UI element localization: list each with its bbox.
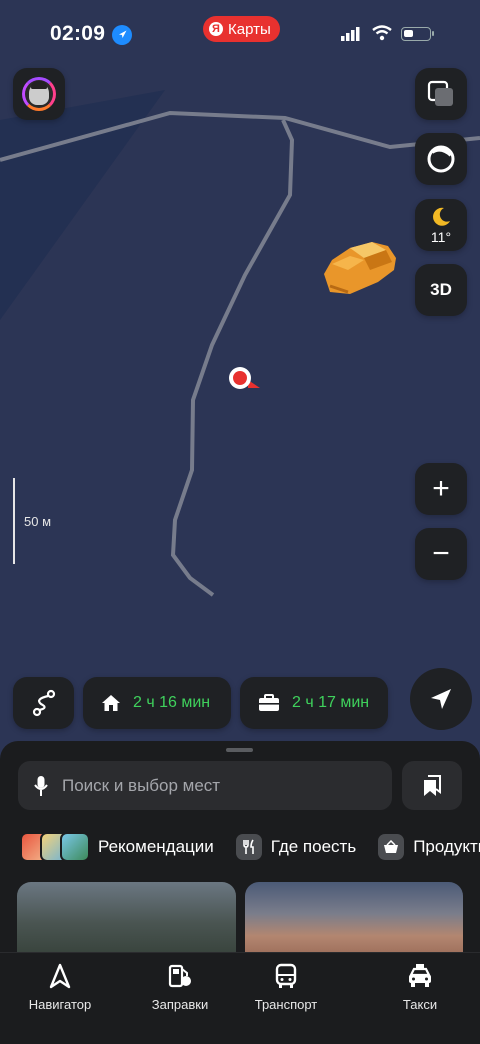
tab-label: Транспорт: [254, 997, 318, 1012]
bus-icon: [275, 963, 297, 988]
bottom-tab-bar: Навигатор Заправки Транспорт Такси: [0, 952, 480, 1044]
location-services-icon: [112, 25, 132, 45]
tab-label: Такси: [402, 997, 438, 1012]
zoom-in-button[interactable]: +: [415, 463, 467, 515]
zoom-out-button[interactable]: −: [415, 528, 467, 580]
weather-button[interactable]: 11°: [415, 199, 467, 251]
recommendation-card-sunset[interactable]: [245, 882, 463, 952]
tab-taxi[interactable]: Такси: [365, 963, 475, 1012]
recommendation-cards: [17, 882, 480, 952]
fork-knife-icon: [235, 834, 262, 860]
category-groceries[interactable]: Продукты: [378, 834, 480, 860]
category-recommendations[interactable]: Рекомендации: [20, 832, 214, 862]
layers-button[interactable]: [415, 68, 467, 120]
3d-toggle-button[interactable]: 3D: [415, 264, 467, 316]
bookmarks-button[interactable]: [402, 761, 462, 810]
home-icon: [102, 695, 120, 711]
category-label: Рекомендации: [98, 837, 214, 856]
search-placeholder: Поиск и выбор мест: [62, 775, 221, 795]
wifi-icon: [372, 25, 392, 41]
tab-transport[interactable]: Транспорт: [231, 963, 341, 1012]
work-route-time: 2 ч 17 мин: [292, 694, 370, 711]
category-where-to-eat[interactable]: Где поесть: [235, 834, 357, 860]
sheet-grabber[interactable]: [226, 748, 253, 752]
status-bar: 02:09 Я Карты: [0, 0, 480, 70]
recommendation-card-forest[interactable]: [17, 882, 236, 952]
home-route-time: 2 ч 16 мин: [133, 694, 211, 711]
moon-icon: [433, 207, 450, 226]
map-scale-label: 50 м: [24, 514, 52, 529]
my-location-button[interactable]: [410, 668, 472, 730]
compass-button[interactable]: [415, 133, 467, 185]
route-button[interactable]: [13, 677, 74, 729]
tab-fuel[interactable]: Заправки: [125, 963, 235, 1012]
tab-navigator[interactable]: Навигатор: [5, 963, 115, 1012]
category-label: Где поесть: [270, 837, 357, 856]
navigator-icon: [49, 963, 71, 989]
search-input[interactable]: Поиск и выбор мест: [18, 761, 392, 810]
app-return-label: Карты: [228, 20, 271, 38]
category-label: Продукты: [413, 837, 480, 856]
user-location-marker-icon: [229, 367, 260, 389]
profile-button[interactable]: [13, 68, 65, 120]
car-marker-icon: [324, 242, 396, 294]
bookmarks-icon: [424, 774, 441, 796]
microphone-icon[interactable]: [34, 775, 48, 797]
cellular-signal-icon: [341, 27, 360, 41]
fuel-icon: [168, 964, 191, 988]
avatar: [22, 77, 56, 111]
navigation-arrow-icon: [431, 689, 451, 709]
tab-label: Заправки: [151, 997, 209, 1012]
briefcase-icon: [259, 694, 279, 711]
route-icon: [32, 689, 55, 717]
recommendations-icon: [20, 832, 90, 862]
map-scale-bar: [13, 478, 15, 564]
work-route-chip[interactable]: 2 ч 17 мин: [240, 677, 388, 729]
compass-icon: [427, 145, 455, 173]
home-route-chip[interactable]: 2 ч 16 мин: [83, 677, 231, 729]
taxi-icon: [409, 964, 431, 987]
layers-icon: [427, 80, 453, 106]
status-time: 02:09: [50, 22, 106, 45]
category-row: Рекомендации Где поесть Продукты: [20, 830, 480, 864]
battery-icon: [401, 27, 434, 41]
weather-temperature: 11°: [430, 228, 452, 245]
yandex-logo-icon: Я: [209, 22, 223, 36]
tab-label: Навигатор: [28, 997, 92, 1012]
app-return-pill[interactable]: Я Карты: [203, 16, 280, 42]
basket-icon: [378, 834, 405, 860]
